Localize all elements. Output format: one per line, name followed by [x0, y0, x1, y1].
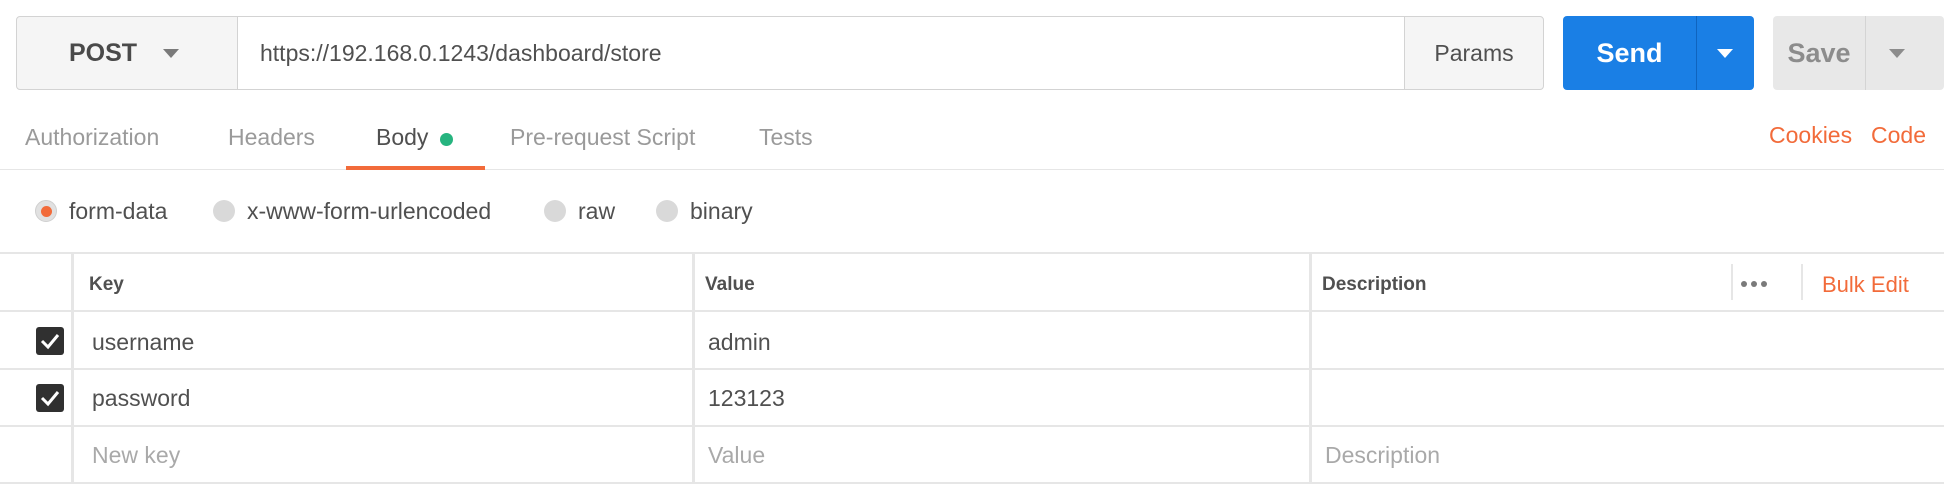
- radio-binary[interactable]: binary: [656, 196, 753, 226]
- divider: [1801, 264, 1803, 300]
- send-button-group: Send: [1563, 16, 1754, 90]
- method-dropdown[interactable]: POST: [17, 17, 238, 89]
- key-cell[interactable]: password: [92, 385, 190, 412]
- code-link[interactable]: Code: [1871, 122, 1926, 149]
- chevron-down-icon: [163, 49, 179, 58]
- save-button[interactable]: Save: [1773, 16, 1865, 90]
- divider: [71, 252, 74, 484]
- bulk-edit-link[interactable]: Bulk Edit: [1822, 272, 1909, 298]
- tab-authorization[interactable]: Authorization: [25, 106, 159, 169]
- tab-headers[interactable]: Headers: [228, 106, 315, 169]
- tab-body[interactable]: Body: [345, 106, 487, 170]
- column-header-value: Value: [705, 274, 755, 295]
- send-options-button[interactable]: [1696, 16, 1754, 90]
- radio-form-data[interactable]: form-data: [35, 196, 167, 226]
- radio-selected-icon: [35, 200, 57, 222]
- radio-label: form-data: [69, 197, 168, 224]
- radio-unselected-icon: [544, 200, 566, 222]
- column-header-description: Description: [1322, 274, 1427, 295]
- chevron-down-icon: [1889, 49, 1905, 58]
- radio-label: raw: [578, 197, 616, 224]
- radio-unselected-icon: [213, 200, 235, 222]
- tab-tests[interactable]: Tests: [759, 106, 813, 169]
- divider: [0, 482, 1944, 484]
- new-value-input[interactable]: Value: [708, 442, 765, 469]
- send-button[interactable]: Send: [1563, 16, 1696, 90]
- radio-raw[interactable]: raw: [544, 196, 615, 226]
- divider: [692, 252, 695, 484]
- value-cell[interactable]: admin: [708, 329, 771, 356]
- row-checkbox[interactable]: [36, 384, 64, 412]
- request-bar: POST https://192.168.0.1243/dashboard/st…: [16, 16, 1544, 90]
- row-checkbox[interactable]: [36, 327, 64, 355]
- divider: [0, 310, 1944, 312]
- cookies-link[interactable]: Cookies: [1769, 122, 1852, 149]
- divider: [1309, 252, 1312, 484]
- new-description-input[interactable]: Description: [1325, 442, 1440, 469]
- divider: [1731, 264, 1733, 300]
- value-cell[interactable]: 123123: [708, 385, 785, 412]
- url-input[interactable]: https://192.168.0.1243/dashboard/store: [238, 17, 1404, 89]
- save-options-button[interactable]: [1865, 16, 1944, 90]
- save-button-group: Save: [1773, 16, 1944, 90]
- chevron-down-icon: [1717, 49, 1733, 58]
- divider: [0, 368, 1944, 370]
- divider: [0, 425, 1944, 427]
- request-tabs: Authorization Headers Body Pre-request S…: [0, 106, 1944, 170]
- radio-unselected-icon: [656, 200, 678, 222]
- tab-body-label: Body: [376, 124, 429, 150]
- checkmark-icon: [40, 391, 60, 407]
- new-key-input[interactable]: New key: [92, 442, 180, 469]
- key-cell[interactable]: username: [92, 329, 194, 356]
- method-label: POST: [69, 38, 138, 67]
- radio-label: x-www-form-urlencoded: [247, 197, 492, 224]
- checkmark-icon: [40, 334, 60, 350]
- tab-pre-request-script[interactable]: Pre-request Script: [510, 106, 695, 169]
- status-dot-icon: [440, 132, 454, 146]
- more-options-icon[interactable]: [1741, 281, 1767, 287]
- column-header-key: Key: [89, 274, 124, 295]
- divider: [0, 252, 1944, 254]
- params-button[interactable]: Params: [1404, 17, 1543, 89]
- radio-label: binary: [690, 197, 753, 224]
- radio-x-www-form-urlencoded[interactable]: x-www-form-urlencoded: [213, 196, 491, 226]
